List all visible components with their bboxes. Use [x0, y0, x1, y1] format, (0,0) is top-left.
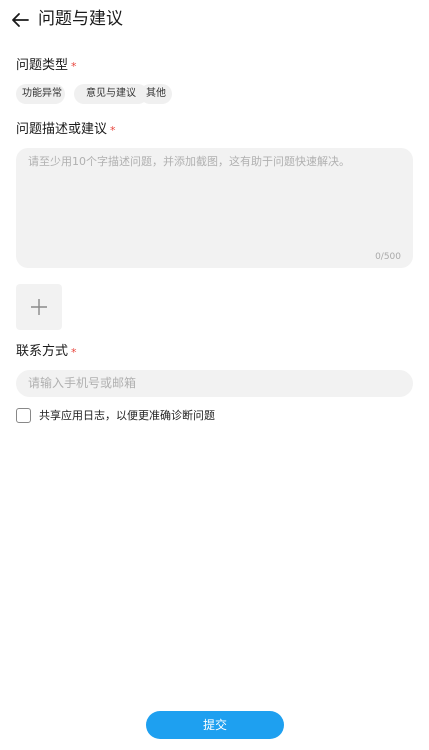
required-mark: * — [71, 346, 77, 359]
chip-other[interactable]: 其他 — [140, 84, 172, 104]
description-label-text: 问题描述或建议 — [16, 122, 108, 137]
contact-label-text: 联系方式 — [16, 344, 69, 359]
required-mark: * — [71, 60, 77, 73]
plus-icon — [31, 299, 47, 315]
share-logs-label: 共享应用日志，以便更准确诊断问题 — [39, 409, 215, 422]
feedback-screen: 问题与建议 问题类型 * 功能异常 意见与建议 其他 问题描述或建议 * 请至少用1… — [0, 0, 429, 750]
share-logs-checkbox[interactable] — [16, 408, 31, 423]
chip-suggestion[interactable]: 意见与建议 — [74, 84, 148, 104]
contact-placeholder: 请输入手机号或邮箱 — [28, 376, 137, 390]
description-textarea[interactable]: 请至少用10个字描述问题，并添加截图，这有助于问题快速解决。 0/500 — [16, 148, 413, 268]
page-title: 问题与建议 — [38, 9, 123, 29]
issue-type-label: 问题类型 * — [16, 58, 77, 75]
chip-function-error[interactable]: 功能异常 — [16, 84, 65, 104]
add-screenshot-button[interactable] — [16, 284, 62, 330]
app-header: 问题与建议 — [0, 0, 429, 40]
char-counter: 0/500 — [375, 252, 401, 262]
issue-type-label-text: 问题类型 — [16, 58, 69, 73]
required-mark: * — [110, 124, 116, 137]
description-placeholder: 请至少用10个字描述问题，并添加截图，这有助于问题快速解决。 — [28, 155, 350, 168]
description-label: 问题描述或建议 * — [16, 122, 116, 139]
submit-button[interactable]: 提交 — [146, 711, 284, 739]
back-arrow-icon[interactable] — [8, 8, 32, 32]
contact-input[interactable]: 请输入手机号或邮箱 — [16, 370, 413, 397]
contact-label: 联系方式 * — [16, 344, 77, 361]
